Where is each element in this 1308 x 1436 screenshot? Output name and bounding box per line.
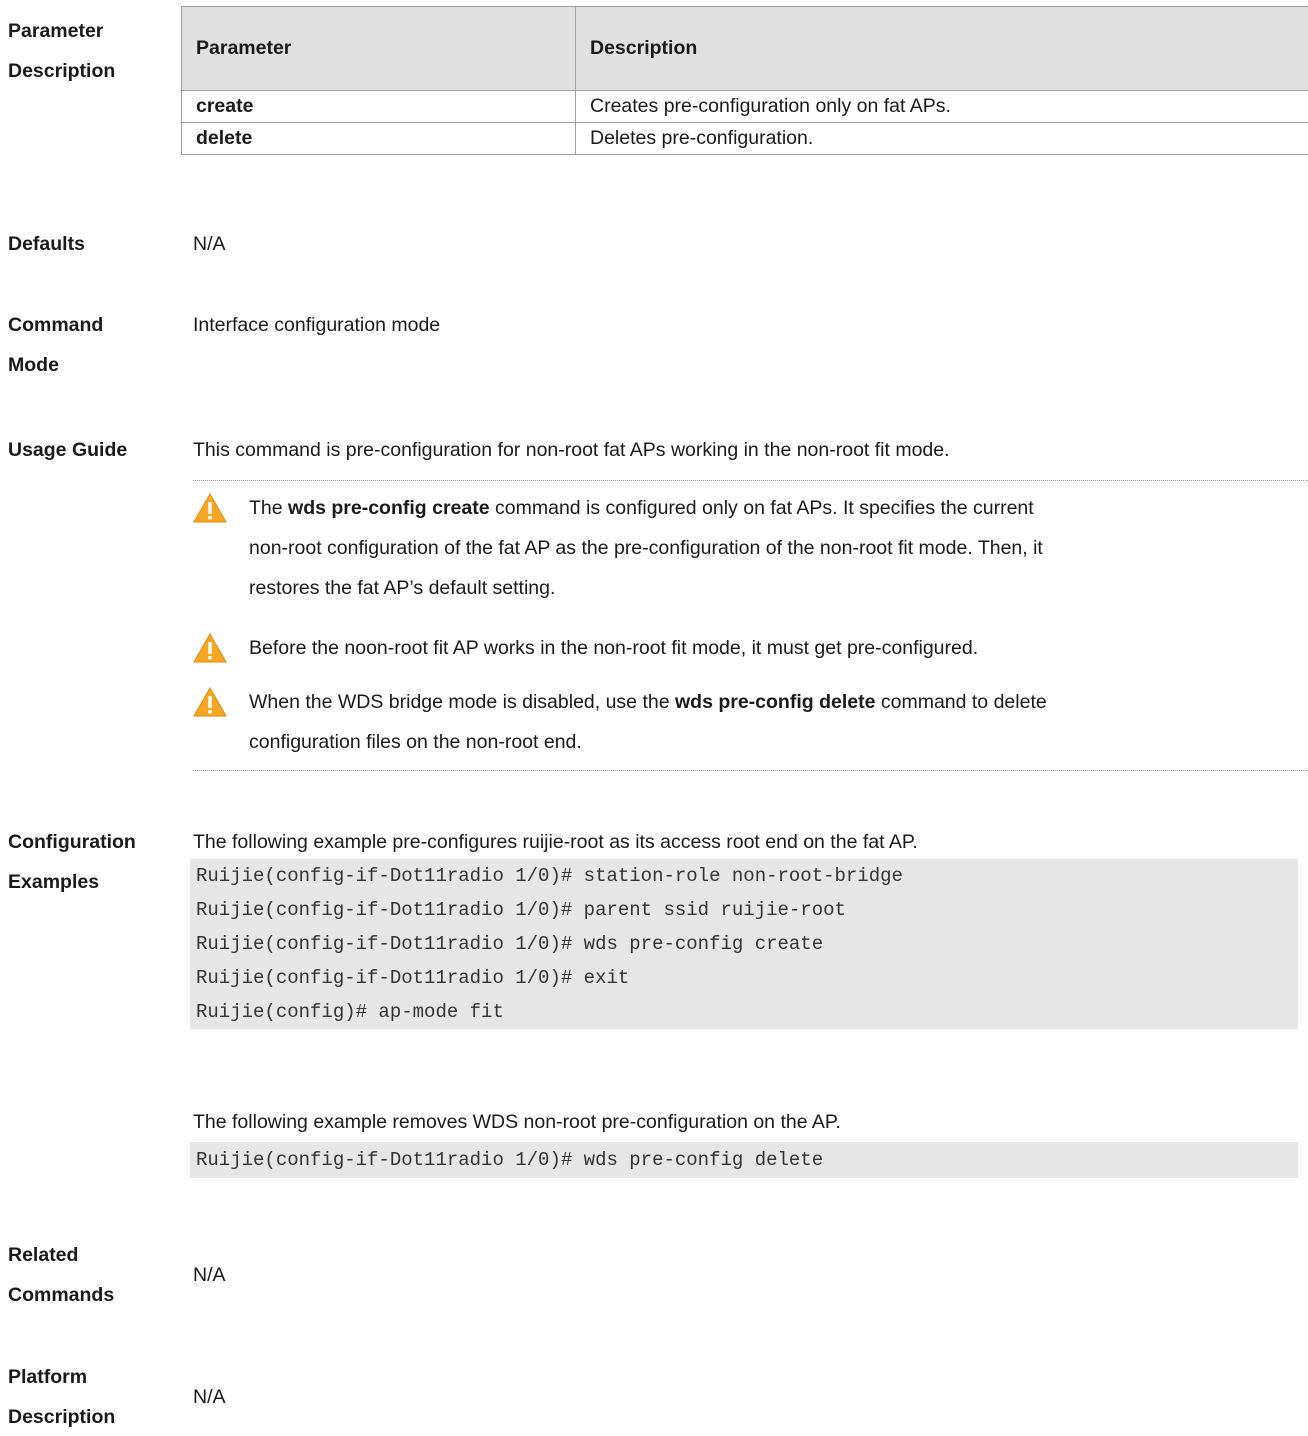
config-examples-label-line2: Examples [8,863,99,901]
defaults-label: Defaults [8,225,85,263]
table-row: delete Deletes pre-configuration. [182,123,1308,155]
command-mode-value: Interface configuration mode [193,306,440,344]
table-cell-desc: Deletes pre-configuration. [576,123,1308,155]
code-line: Ruijie(config-if-Dot11radio 1/0)# wds pr… [190,1142,1298,1178]
related-commands-label-line2: Commands [8,1276,114,1314]
config-examples-label-line1: Configuration [8,823,136,861]
code-line: Ruijie(config-if-Dot11radio 1/0)# exit [190,961,1298,995]
code-line: Ruijie(config-if-Dot11radio 1/0)# parent… [190,893,1298,927]
parameter-table: Parameter Description create Creates pre… [181,6,1308,155]
code-line: Ruijie(config-if-Dot11radio 1/0)# wds pr… [190,927,1298,961]
usage-note-3-line1: When the WDS bridge mode is disabled, us… [249,683,1299,721]
warning-icon [193,633,227,663]
table-row: create Creates pre-configuration only on… [182,91,1308,123]
divider [193,480,1308,481]
usage-note-3: When the WDS bridge mode is disabled, us… [193,683,1303,763]
table-cell-param: delete [182,123,576,155]
usage-guide-label: Usage Guide [8,431,127,469]
table-cell-desc: Creates pre-configuration only on fat AP… [576,91,1308,123]
command-mode-label-line2: Mode [8,346,59,384]
param-section-label-line2: Description [8,52,115,90]
usage-guide-intro: This command is pre-configuration for no… [193,431,950,469]
code-block-example2: Ruijie(config-if-Dot11radio 1/0)# wds pr… [190,1142,1298,1178]
divider [193,770,1308,771]
table-header-parameter: Parameter [182,7,576,91]
code-block-example1: Ruijie(config-if-Dot11radio 1/0)# statio… [190,859,1298,1029]
warning-icon [193,493,227,523]
usage-note-1-line1: The wds pre-config create command is con… [249,489,1299,527]
command-mode-label-line1: Command [8,306,103,344]
usage-note-1: The wds pre-config create command is con… [193,489,1303,609]
usage-note-2-text: Before the noon-root fit AP works in the… [249,629,1299,667]
param-section-label-line1: Parameter [8,12,103,50]
defaults-value: N/A [193,225,226,263]
command-keyword: wds pre-config create [288,497,490,519]
code-line: Ruijie(config)# ap-mode fit [190,995,1298,1029]
command-keyword: wds pre-config delete [675,691,875,713]
usage-note-1-line3: restores the fat AP’s default setting. [249,569,1299,607]
platform-description-label-line2: Description [8,1398,115,1436]
table-header-row: Parameter Description [182,7,1308,91]
example2-intro: The following example removes WDS non-ro… [193,1103,841,1141]
platform-description-label-line1: Platform [8,1358,87,1396]
usage-note-2: Before the noon-root fit AP works in the… [193,629,1303,667]
example1-intro: The following example pre-configures rui… [193,823,918,861]
table-header-description: Description [576,7,1308,91]
usage-note-1-line2: non-root configuration of the fat AP as … [249,529,1299,567]
related-commands-value: N/A [193,1256,226,1294]
code-line: Ruijie(config-if-Dot11radio 1/0)# statio… [190,859,1298,893]
platform-description-value: N/A [193,1378,226,1416]
related-commands-label-line1: Related [8,1236,78,1274]
table-cell-param: create [182,91,576,123]
usage-note-3-line2: configuration files on the non-root end. [249,723,1299,761]
warning-icon [193,687,227,717]
